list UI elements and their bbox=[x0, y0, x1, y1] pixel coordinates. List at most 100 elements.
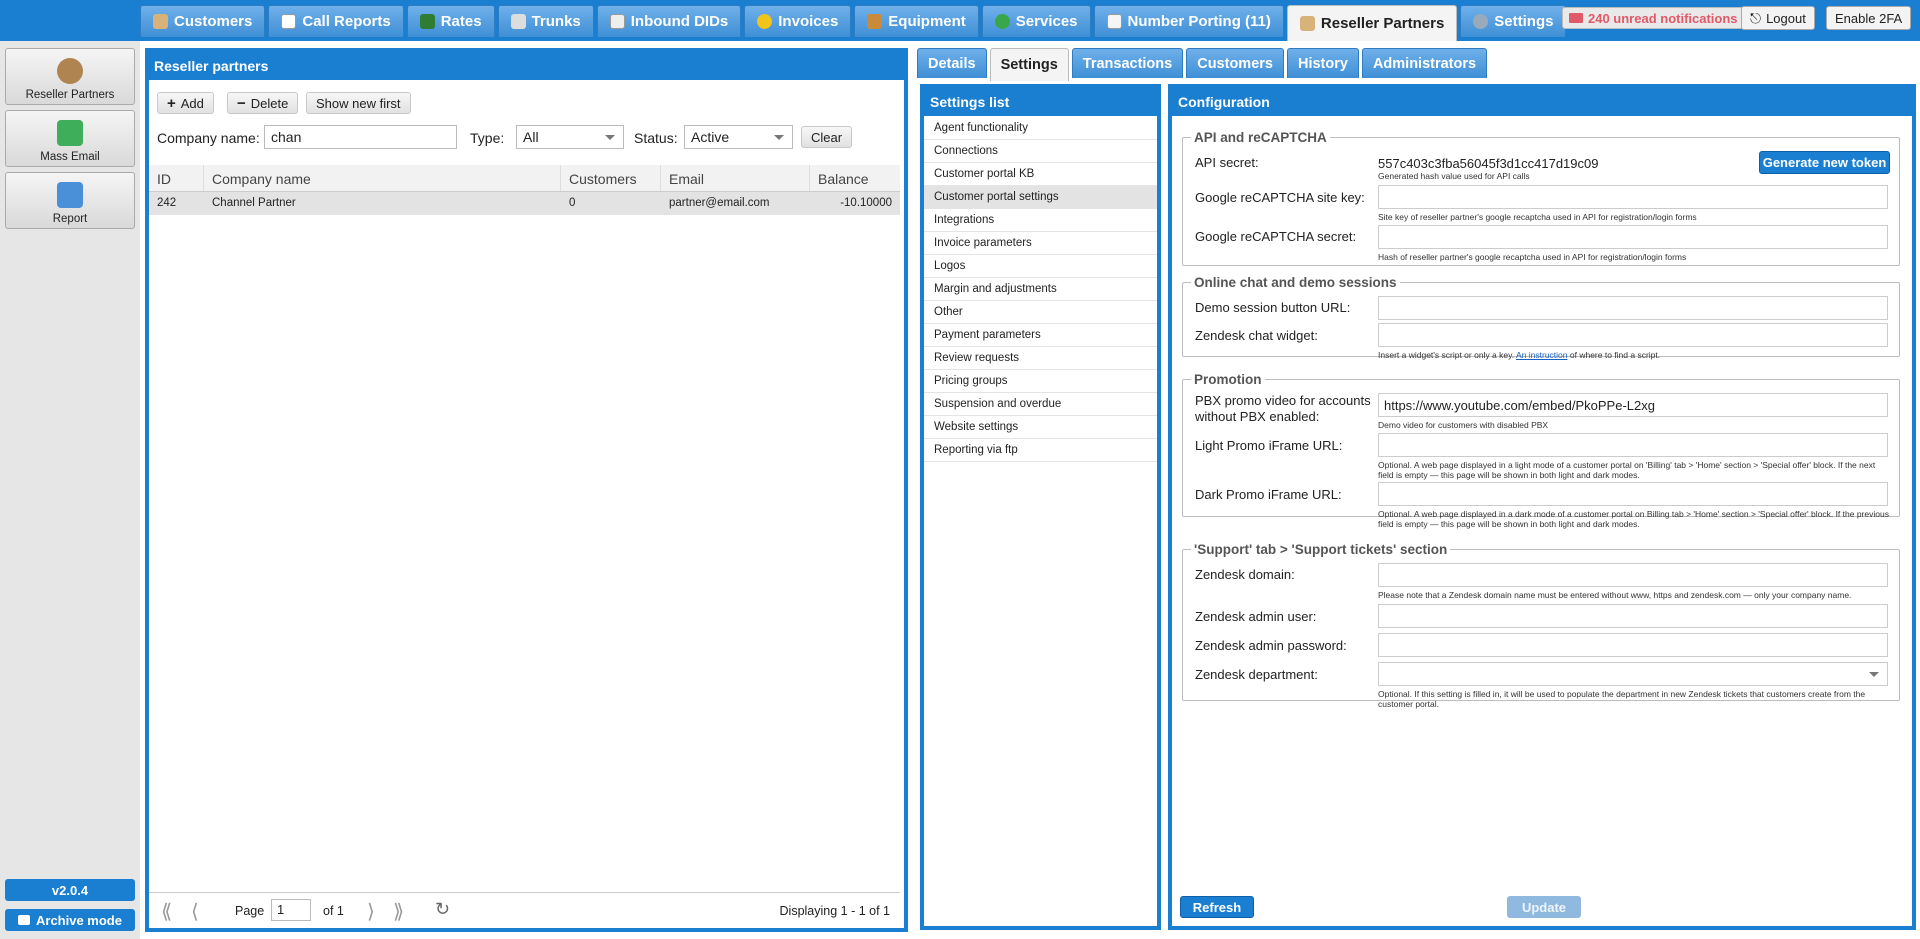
table-row[interactable]: 242 Channel Partner 0 partner@email.com … bbox=[149, 192, 900, 215]
tab-settings[interactable]: Settings bbox=[1460, 5, 1567, 37]
sidebar-item-report[interactable]: Report bbox=[5, 172, 135, 229]
settings-item[interactable]: Other bbox=[924, 301, 1157, 324]
zendesk-chat-widget-help: Insert a widget's script or only a key. … bbox=[1378, 350, 1661, 360]
add-button[interactable]: + Add bbox=[157, 92, 214, 114]
light-promo-label: Light Promo iFrame URL: bbox=[1195, 438, 1343, 453]
notifications-button[interactable]: 240 unread notifications bbox=[1562, 7, 1745, 29]
pager: ⟪ ⟨ Page 1 of 1 ⟩ ⟫ ↻ Displaying 1 - 1 o… bbox=[149, 892, 900, 928]
zendesk-admin-password-input[interactable] bbox=[1378, 633, 1888, 657]
recaptcha-site-key-input[interactable] bbox=[1378, 185, 1888, 209]
company-name-input[interactable]: chan bbox=[264, 125, 457, 149]
column-customers[interactable]: Customers bbox=[561, 165, 661, 191]
recaptcha-secret-help: Hash of reseller partner's google recapt… bbox=[1378, 252, 1687, 262]
dark-promo-input[interactable] bbox=[1378, 482, 1888, 506]
tab-services[interactable]: Services bbox=[981, 5, 1091, 37]
tab-details[interactable]: Details bbox=[917, 48, 987, 78]
coins-icon bbox=[757, 14, 773, 29]
page-label: Page bbox=[235, 904, 265, 918]
settings-item[interactable]: Customer portal KB bbox=[924, 163, 1157, 186]
tab-customers-partner[interactable]: Customers bbox=[1186, 48, 1284, 78]
zendesk-department-help: Optional. If this setting is filled in, … bbox=[1378, 689, 1866, 709]
section-legend: 'Support' tab > 'Support tickets' sectio… bbox=[1194, 542, 1448, 557]
gears-icon bbox=[1473, 14, 1489, 29]
settings-item[interactable]: Reporting via ftp bbox=[924, 439, 1157, 462]
generate-token-button[interactable]: Generate new token bbox=[1759, 151, 1890, 174]
demo-session-url-input[interactable] bbox=[1378, 296, 1888, 320]
light-promo-input[interactable] bbox=[1378, 433, 1888, 457]
tab-transactions[interactable]: Transactions bbox=[1071, 48, 1184, 78]
column-company-name[interactable]: Company name bbox=[204, 165, 561, 191]
settings-item[interactable]: Pricing groups bbox=[924, 370, 1157, 393]
instruction-link[interactable]: An instruction bbox=[1516, 350, 1568, 360]
pbx-promo-input[interactable]: https://www.youtube.com/embed/PkoPPe-L2x… bbox=[1378, 393, 1888, 417]
refresh-button[interactable]: Refresh bbox=[1180, 896, 1254, 918]
settings-item[interactable]: Review requests bbox=[924, 347, 1157, 370]
tab-inbound-dids[interactable]: Inbound DIDs bbox=[596, 5, 742, 37]
tab-invoices[interactable]: Invoices bbox=[744, 5, 852, 37]
recaptcha-secret-input[interactable] bbox=[1378, 225, 1888, 249]
tab-trunks[interactable]: Trunks bbox=[497, 5, 594, 37]
section-legend: API and reCAPTCHA bbox=[1194, 130, 1327, 145]
light-promo-help: Optional. A web page displayed in a ligh… bbox=[1378, 460, 1876, 480]
tab-number-porting[interactable]: Number Porting (11) bbox=[1093, 5, 1284, 37]
next-page-icon[interactable]: ⟩ bbox=[367, 899, 375, 924]
refresh-icon[interactable]: ↻ bbox=[435, 899, 450, 920]
tab-customers[interactable]: Customers bbox=[140, 5, 266, 37]
zendesk-domain-input[interactable] bbox=[1378, 563, 1888, 587]
zendesk-admin-user-input[interactable] bbox=[1378, 604, 1888, 628]
settings-item[interactable]: Suspension and overdue bbox=[924, 393, 1157, 416]
clear-button[interactable]: Clear bbox=[801, 126, 853, 148]
settings-item[interactable]: Invoice parameters bbox=[924, 232, 1157, 255]
version-badge: v2.0.4 bbox=[5, 879, 135, 901]
show-new-first-button[interactable]: Show new first bbox=[306, 92, 411, 114]
settings-item[interactable]: Agent functionality bbox=[924, 117, 1157, 140]
tab-settings-partner[interactable]: Settings bbox=[989, 48, 1069, 81]
tab-reseller-partners[interactable]: Reseller Partners bbox=[1286, 5, 1458, 41]
type-select[interactable]: All bbox=[516, 125, 624, 149]
delete-button[interactable]: − Delete bbox=[227, 92, 299, 114]
page-input[interactable]: 1 bbox=[271, 899, 311, 921]
zendesk-department-select[interactable] bbox=[1378, 662, 1888, 686]
page-total: of 1 bbox=[323, 904, 344, 918]
displaying-count: Displaying 1 - 1 of 1 bbox=[779, 904, 890, 918]
sidebar-item-mass-email[interactable]: Mass Email bbox=[5, 110, 135, 167]
recaptcha-site-key-label: Google reCAPTCHA site key: bbox=[1195, 190, 1365, 205]
tab-administrators[interactable]: Administrators bbox=[1361, 48, 1488, 78]
logout-button[interactable]: ⎋ Logout bbox=[1741, 6, 1815, 30]
panel-title: Reseller partners bbox=[149, 52, 904, 80]
zendesk-chat-widget-input[interactable] bbox=[1378, 323, 1888, 347]
configuration-title: Configuration bbox=[1172, 88, 1912, 116]
settings-item[interactable]: Integrations bbox=[924, 209, 1157, 232]
last-page-icon[interactable]: ⟫ bbox=[393, 899, 404, 924]
settings-item[interactable]: Margin and adjustments bbox=[924, 278, 1157, 301]
column-id[interactable]: ID bbox=[149, 165, 204, 191]
sidebar-item-reseller-partners[interactable]: Reseller Partners bbox=[5, 48, 135, 105]
partner-icon bbox=[1299, 16, 1315, 31]
plus-icon: + bbox=[167, 94, 176, 112]
sidebar: Reseller Partners Mass Email Report v2.0… bbox=[0, 41, 140, 939]
api-secret-value: 557c403c3fba56045f3d1cc417d19c09 bbox=[1378, 156, 1599, 171]
tab-rates[interactable]: Rates bbox=[406, 5, 495, 37]
settings-item[interactable]: Logos bbox=[924, 255, 1157, 278]
settings-item-selected[interactable]: Customer portal settings bbox=[924, 186, 1157, 209]
support-tickets-section: 'Support' tab > 'Support tickets' sectio… bbox=[1182, 542, 1900, 709]
first-page-icon[interactable]: ⟪ bbox=[161, 899, 172, 924]
rates-icon bbox=[419, 14, 435, 29]
settings-item[interactable]: Payment parameters bbox=[924, 324, 1157, 347]
previous-page-icon[interactable]: ⟨ bbox=[191, 899, 199, 924]
archive-mode-button[interactable]: Archive mode bbox=[5, 909, 135, 931]
update-button[interactable]: Update bbox=[1507, 896, 1581, 918]
column-email[interactable]: Email bbox=[661, 165, 810, 191]
enable-2fa-button[interactable]: Enable 2FA bbox=[1826, 6, 1912, 30]
reseller-partners-panel: Reseller partners + Add − Delete Show new … bbox=[145, 48, 908, 932]
cell-company-name: Channel Partner bbox=[212, 197, 296, 209]
settings-list-title: Settings list bbox=[924, 88, 1157, 116]
status-select[interactable]: Active bbox=[684, 125, 793, 149]
refresh-icon bbox=[994, 14, 1010, 29]
tab-history[interactable]: History bbox=[1286, 48, 1359, 78]
settings-item[interactable]: Connections bbox=[924, 140, 1157, 163]
column-balance[interactable]: Balance bbox=[810, 165, 900, 191]
settings-item[interactable]: Website settings bbox=[924, 416, 1157, 439]
tab-equipment[interactable]: Equipment bbox=[854, 5, 979, 37]
tab-call-reports[interactable]: Call Reports bbox=[268, 5, 404, 37]
